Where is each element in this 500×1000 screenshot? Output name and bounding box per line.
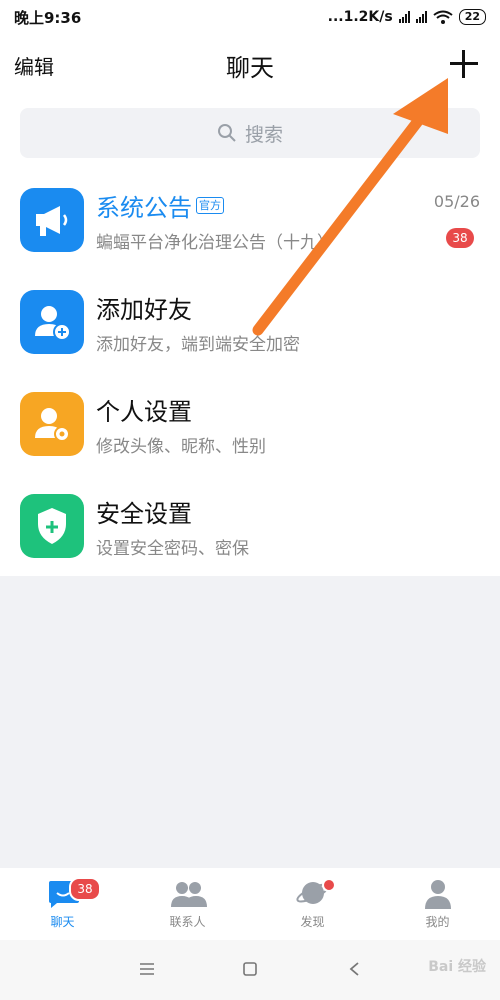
battery-indicator: 22 (458, 9, 486, 25)
item-time: 05/26 (433, 192, 480, 211)
list-item-security-settings[interactable]: 安全设置 设置安全密码、密保 (0, 478, 500, 580)
tab-badge: 38 (69, 877, 101, 901)
shield-icon (38, 508, 66, 544)
tab-bar: 聊天 38 联系人 发现 我的 (0, 868, 500, 940)
signal-icon (398, 11, 410, 23)
announcement-avatar (20, 188, 84, 252)
add-user-icon (35, 306, 71, 341)
search-placeholder: 搜索 (244, 123, 283, 146)
tab-label: 发现 (300, 915, 325, 929)
item-name: 添加好友 (96, 296, 192, 324)
item-subtitle: 设置安全密码、密保 (96, 539, 249, 559)
empty-area (0, 576, 500, 868)
tab-me[interactable]: 我的 (375, 868, 500, 940)
status-time: 晚上9:36 (14, 8, 82, 27)
add-button[interactable] (450, 50, 478, 78)
tab-chat[interactable]: 聊天 38 (0, 868, 125, 940)
chat-list: 系统公告 官方 蝙蝠平台净化治理公告（十九） 05/26 38 添加好友 添加好… (0, 172, 500, 580)
status-icons: ...1.2K/s 22 (328, 9, 486, 25)
personal-settings-avatar (20, 392, 84, 456)
network-speed: ...1.2K/s (327, 9, 393, 25)
list-item-personal-settings[interactable]: 个人设置 修改头像、昵称、性别 (0, 376, 500, 478)
item-subtitle: 修改头像、昵称、性别 (96, 437, 266, 457)
tab-label: 我的 (425, 915, 450, 929)
tab-label: 联系人 (169, 915, 206, 929)
official-tag: 官方 (196, 197, 224, 214)
megaphone-icon (36, 206, 68, 236)
security-settings-avatar (20, 494, 84, 558)
wifi-icon (433, 10, 453, 24)
home-icon[interactable] (242, 961, 258, 977)
item-subtitle: 添加好友，端到端安全加密 (96, 335, 300, 355)
tab-label: 聊天 (50, 915, 75, 929)
list-item-add-friend[interactable]: 添加好友 添加好友，端到端安全加密 (0, 274, 500, 376)
watermark: Bai 经验 (428, 959, 486, 975)
search-bar[interactable]: 搜索 (20, 108, 480, 158)
item-name: 个人设置 (96, 398, 192, 426)
item-name: 系统公告 官方 (96, 188, 224, 223)
tab-discover[interactable]: 发现 (250, 868, 375, 940)
signal-icon-2 (415, 11, 427, 23)
menu-icon[interactable] (139, 962, 155, 976)
search-icon (217, 124, 236, 142)
list-item-announcement[interactable]: 系统公告 官方 蝙蝠平台净化治理公告（十九） 05/26 38 (0, 172, 500, 274)
status-bar: 晚上9:36 ...1.2K/s 22 (0, 0, 500, 34)
add-friend-avatar (20, 290, 84, 354)
item-name: 安全设置 (96, 500, 192, 528)
user-gear-icon (35, 408, 70, 442)
header: 编辑 聊天 (0, 34, 500, 98)
tab-contacts[interactable]: 联系人 (125, 868, 250, 940)
unread-badge: 38 (446, 228, 474, 248)
contacts-icon (170, 882, 207, 907)
back-icon[interactable] (348, 961, 360, 977)
new-dot (322, 878, 336, 892)
user-icon (424, 880, 451, 909)
system-nav-bar: Bai 经验 (0, 940, 500, 1000)
item-subtitle: 蝙蝠平台净化治理公告（十九） (96, 233, 334, 253)
page-title: 聊天 (226, 54, 274, 82)
